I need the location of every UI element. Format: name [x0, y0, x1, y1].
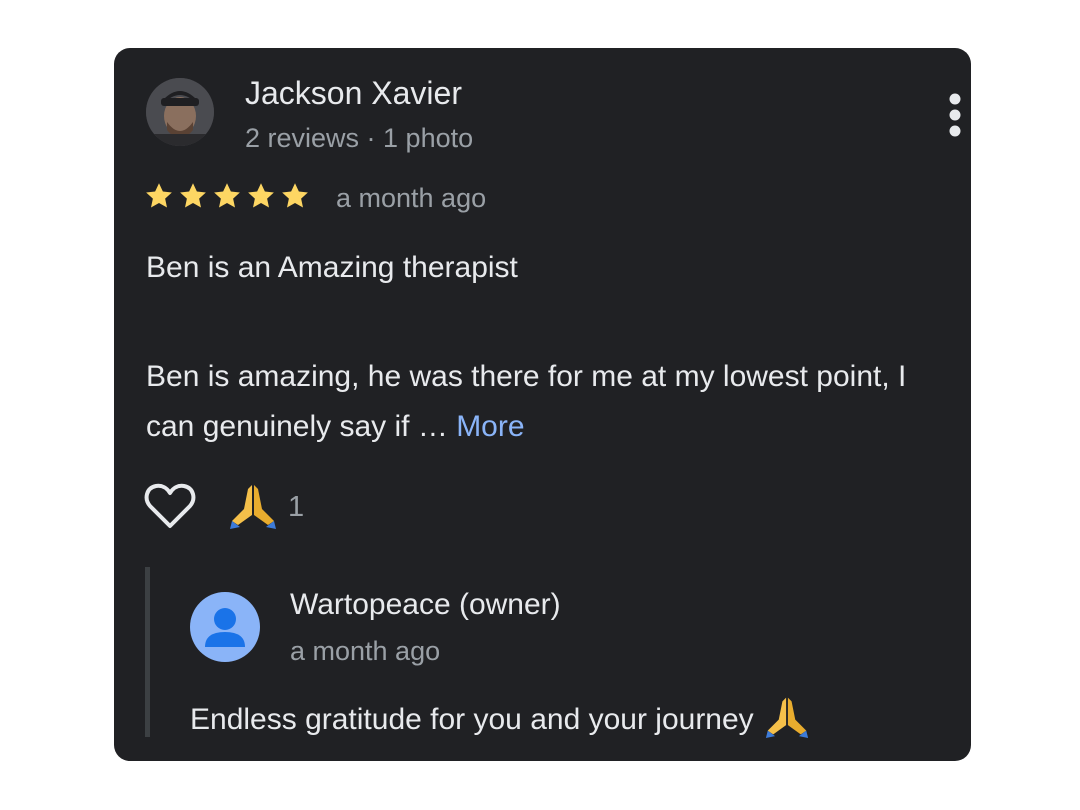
- owner-avatar: [190, 592, 260, 662]
- star-icon: [144, 181, 174, 211]
- owner-response-text-row: Endless gratitude for you and your journ…: [190, 694, 810, 746]
- star-icon: [178, 181, 208, 211]
- praying-hands-icon: [764, 694, 810, 746]
- owner-response-text: Endless gratitude for you and your journ…: [190, 703, 754, 736]
- star-rating: [144, 181, 310, 211]
- review-card: Jackson Xavier 2 reviews · 1 photo a mon…: [114, 48, 971, 761]
- review-time: a month ago: [336, 183, 487, 213]
- reaction-count: 1: [288, 490, 305, 523]
- heart-outline-icon[interactable]: [144, 482, 196, 530]
- reviewer-avatar[interactable]: [146, 78, 214, 146]
- praying-hands-icon: [228, 481, 278, 534]
- owner-name: Wartopeace (owner): [290, 588, 561, 621]
- review-body: Ben is amazing, he was there for me at m…: [146, 352, 946, 452]
- review-body-text: Ben is amazing, he was there for me at m…: [146, 360, 907, 443]
- owner-response-time: a month ago: [290, 636, 441, 666]
- owner-response-divider: [145, 567, 150, 737]
- reaction-button[interactable]: 1: [228, 482, 304, 532]
- more-vert-icon[interactable]: [940, 90, 970, 140]
- more-link[interactable]: More: [456, 410, 524, 443]
- star-icon: [212, 181, 242, 211]
- star-icon: [280, 181, 310, 211]
- reviewer-meta: 2 reviews · 1 photo: [245, 123, 474, 153]
- star-icon: [246, 181, 276, 211]
- reviewer-name[interactable]: Jackson Xavier: [245, 75, 462, 112]
- review-title: Ben is an Amazing therapist: [146, 251, 518, 284]
